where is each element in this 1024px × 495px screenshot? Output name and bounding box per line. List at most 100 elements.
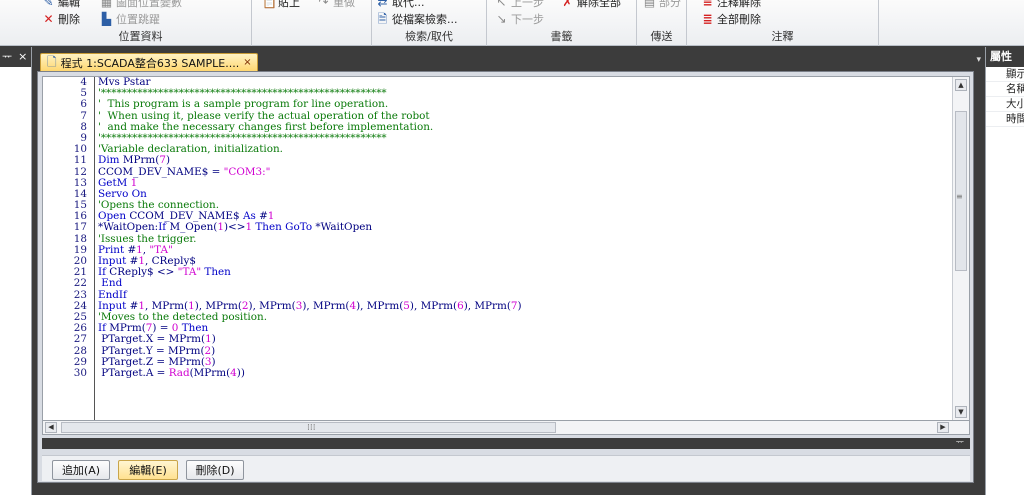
line-number: 6	[80, 98, 87, 111]
partial-transfer-button[interactable]: ▤ 部分	[643, 0, 681, 10]
uncomment-button[interactable]: ≡ 注釋解除	[701, 0, 761, 10]
line-number: 28	[73, 344, 87, 357]
delete-all-comments-button[interactable]: ≣ 全部刪除	[701, 11, 761, 27]
position-variable-icon: ▦	[100, 0, 113, 9]
next-bookmark-icon: ↘	[496, 11, 507, 26]
code-token: 'Moves to the detected position.	[98, 310, 267, 323]
close-icon[interactable]: ×	[18, 47, 27, 67]
code-token: )	[211, 355, 216, 368]
code-token: 1	[136, 243, 143, 256]
ribbon-group-search-replace: ⇄ 取代... 🗎 從檔案檢索... 檢索/取代	[372, 0, 487, 46]
code-token: Then	[178, 322, 209, 335]
next-bookmark-button[interactable]: ↘ 下一步	[495, 11, 544, 27]
code-token: Servo On	[98, 187, 147, 200]
clear-bookmarks-button[interactable]: ✗ 解除全部	[561, 0, 621, 10]
scroll-down-icon[interactable]: ▼	[955, 406, 967, 418]
pane-splitter[interactable]: ᅲ	[42, 438, 970, 449]
code-token: PTarget.X = MPrm(	[98, 333, 206, 346]
ribbon-group-label-search: 檢索/取代	[405, 30, 453, 43]
position-jump-icon: ▙	[101, 11, 112, 26]
code-token: , CReply$	[144, 255, 196, 267]
add-button[interactable]: 追加(A)	[52, 460, 110, 480]
code-token: Then GoTo	[252, 221, 316, 234]
edit-position-button[interactable]: ✎ 編輯	[42, 0, 80, 10]
delete-position-button[interactable]: ✕ 刪除	[42, 11, 80, 27]
delete-button[interactable]: 刪除(D)	[186, 460, 244, 480]
edit-icon: ✎	[43, 0, 54, 9]
tab-title: 程式 1:SCADA整合633 SAMPLE....	[60, 56, 240, 70]
code-token: PTarget.Y = MPrm(	[98, 344, 205, 357]
vertical-scrollbar[interactable]: ▲ ≡ ▼	[952, 77, 969, 420]
pin-icon[interactable]: ᅲ	[2, 47, 12, 67]
prev-bookmark-icon: ↖	[496, 0, 507, 9]
ribbon-group-transfer: ▤ 部分 傳送	[637, 0, 687, 46]
vertical-scroll-thumb[interactable]	[955, 111, 967, 271]
scroll-right-icon[interactable]: ▶	[937, 422, 949, 433]
tab-close-icon[interactable]: ×	[243, 57, 251, 68]
code-text[interactable]: PTarget.A = Rad(MPrm(4))	[91, 366, 245, 379]
code-token: ' and make the necessary changes first b…	[98, 120, 434, 133]
code-token: ), MPrm(	[409, 299, 458, 312]
code-line[interactable]: 13 GetM 1	[43, 177, 953, 189]
code-token: "TA"	[177, 266, 202, 279]
edit-button[interactable]: 編輯(E)	[118, 460, 178, 480]
code-line[interactable]: 22 End	[43, 278, 953, 289]
code-line[interactable]: 18 'Issues the trigger.	[43, 233, 953, 245]
code-token: 7	[159, 154, 166, 167]
code-token: 1	[138, 299, 145, 312]
code-token: Open	[98, 210, 130, 223]
position-variable-button[interactable]: ▦ 圖面位置變數	[100, 0, 182, 10]
code-token: CCOM_DEV_NAME$ =	[98, 165, 224, 178]
code-token: Dim	[98, 154, 123, 167]
scroll-up-icon[interactable]: ▲	[955, 79, 967, 91]
delete-all-comments-icon: ≣	[702, 11, 713, 26]
code-token: 'Variable declaration, initialization.	[98, 143, 283, 156]
prev-bookmark-button[interactable]: ↖ 上一步	[495, 0, 544, 10]
tab-program-1[interactable]: 🗋 程式 1:SCADA整合633 SAMPLE.... ×	[40, 53, 258, 71]
line-number: 11	[73, 154, 87, 167]
code-line[interactable]: 10 'Variable declaration, initialization.	[43, 143, 953, 156]
clear-bookmarks-icon: ✗	[562, 0, 573, 9]
code-line[interactable]: 12 CCOM_DEV_NAME$ = "COM3:"	[43, 165, 953, 178]
property-row[interactable]: 顯示	[986, 67, 1024, 82]
hscroll-grip-icon: ⁞⁞⁞	[307, 423, 316, 433]
code-token: Mvs Pstar	[98, 76, 151, 88]
paste-button[interactable]: 📋 貼上	[262, 0, 300, 10]
code-token: ), MPrm(	[463, 299, 511, 312]
replace-button[interactable]: ⇄ 取代...	[376, 0, 424, 10]
tab-dropdown-icon[interactable]: ▾	[976, 55, 981, 65]
ribbon-group-position-data: ✎ 編輯 ▦ 圖面位置變數 ✕ 刪除 ▙ 位置跳躍 位置資料	[30, 0, 252, 46]
code-token: PTarget.Z = MPrm(	[98, 355, 205, 368]
scroll-left-icon[interactable]: ◀	[45, 422, 57, 433]
code-token: 1	[267, 210, 275, 223]
pin-icon[interactable]: ᅲ	[956, 438, 964, 449]
code-token: As	[242, 210, 260, 223]
code-token: 1	[138, 255, 145, 267]
redo-button[interactable]: ↷ 重做	[317, 0, 355, 10]
property-row[interactable]: 名稱	[986, 82, 1024, 97]
code-line[interactable]: 30 PTarget.A = Rad(MPrm(4))	[43, 366, 953, 379]
partial-transfer-icon: ▤	[643, 0, 656, 9]
code-token: ) =	[152, 322, 172, 335]
code-token: EndIf	[98, 288, 127, 301]
code-token: 'Opens the connection.	[98, 199, 219, 212]
code-token: 1	[188, 299, 195, 312]
property-row[interactable]: 時間	[986, 112, 1024, 127]
horizontal-scrollbar[interactable]: ◀ ⁞⁞⁞ ▶	[42, 421, 970, 435]
code-lines[interactable]: 4 Mvs Pstar 5 '****************************…	[43, 77, 953, 379]
code-token: PTarget.A =	[98, 366, 169, 379]
line-number: 30	[73, 366, 87, 379]
code-line[interactable]: 21 If CReply$ <> "TA" Then	[43, 266, 953, 279]
position-jump-button[interactable]: ▙ 位置跳躍	[100, 11, 160, 27]
code-token: '***************************************…	[98, 131, 387, 144]
code-token: "COM3:"	[223, 165, 271, 178]
code-token: ), MPrm(	[356, 299, 404, 312]
scroll-grip-icon: ≡	[956, 192, 963, 201]
code-token: ), MPrm(	[248, 299, 296, 312]
code-token: #	[127, 243, 137, 256]
code-token: ' This program is a sample program for l…	[98, 98, 389, 111]
file-search-button[interactable]: 🗎 從檔案檢索...	[376, 11, 458, 27]
horizontal-scroll-thumb[interactable]: ⁞⁞⁞	[61, 422, 556, 433]
code-editor[interactable]: 4 Mvs Pstar 5 '****************************…	[42, 76, 970, 421]
property-row[interactable]: 大小	[986, 97, 1024, 112]
